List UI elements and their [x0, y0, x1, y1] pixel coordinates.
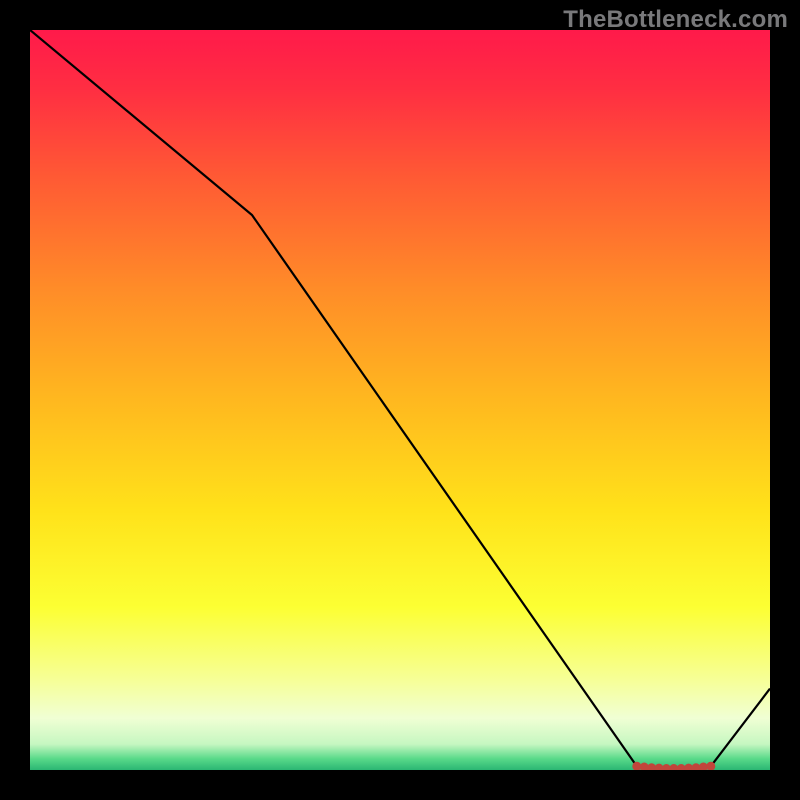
marker-group	[632, 762, 715, 770]
watermark-text: TheBottleneck.com	[563, 6, 788, 34]
line-layer	[30, 30, 770, 770]
bottleneck-curve	[30, 30, 770, 769]
plot-area	[30, 30, 770, 770]
chart-container: TheBottleneck.com	[0, 0, 800, 800]
